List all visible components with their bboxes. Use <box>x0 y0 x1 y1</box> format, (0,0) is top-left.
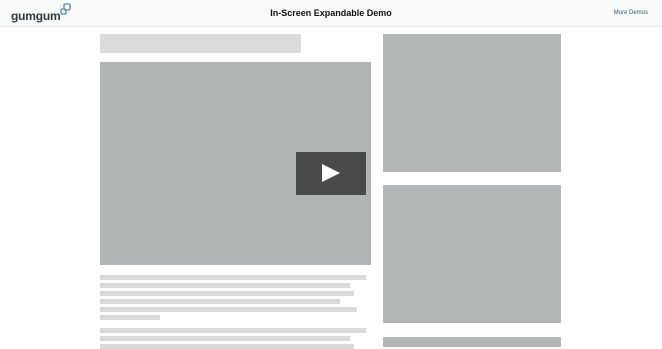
text-line-placeholder <box>100 336 350 341</box>
text-line-placeholder <box>100 275 366 280</box>
ad-slot-1 <box>383 34 561 172</box>
play-button[interactable] <box>296 152 366 195</box>
text-line-placeholder <box>100 315 160 320</box>
text-line-placeholder <box>100 328 366 333</box>
more-demos-link[interactable]: More Demos <box>614 10 648 16</box>
text-line-placeholder <box>100 299 340 304</box>
text-line-placeholder <box>100 307 357 312</box>
ad-slot-3 <box>383 337 561 347</box>
play-icon <box>322 164 340 182</box>
header-bar: gumgum In-Screen Expandable Demo More De… <box>0 0 662 27</box>
ad-slot-2 <box>383 185 561 323</box>
text-line-placeholder <box>100 283 350 288</box>
page-title: In-Screen Expandable Demo <box>270 8 392 18</box>
text-line-placeholder <box>100 291 354 296</box>
article-title-placeholder <box>100 34 301 53</box>
video-player[interactable] <box>100 62 371 265</box>
